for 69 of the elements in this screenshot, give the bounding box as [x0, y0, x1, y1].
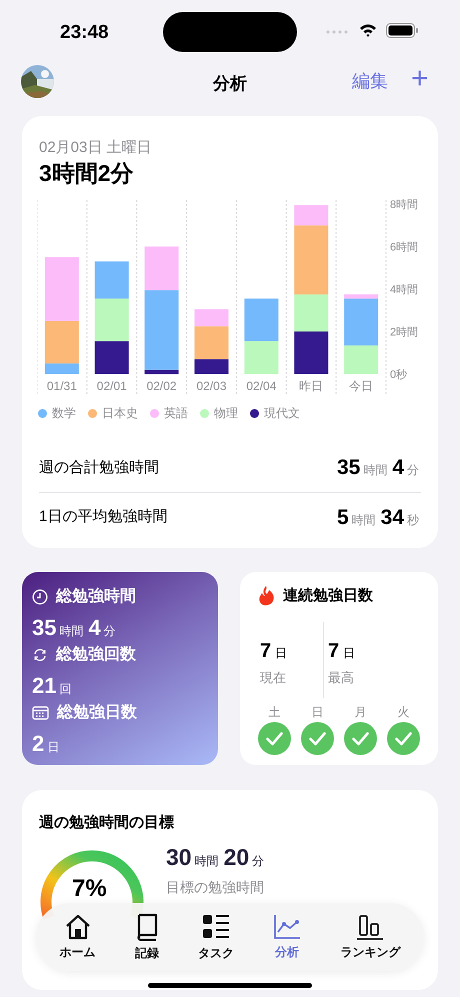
y-axis-label: 0秒	[390, 369, 408, 381]
chart-bar	[94, 261, 129, 299]
total-value: 35 時間 4 分	[32, 614, 117, 640]
streak-value: 7 日	[260, 638, 288, 664]
home-icon	[64, 914, 92, 940]
weekday-label: 日	[312, 704, 324, 720]
tab-item[interactable]: ホーム	[58, 914, 98, 960]
x-axis-label: 01/31	[46, 379, 77, 393]
legend-label: 物理	[214, 405, 238, 422]
edit-button[interactable]: 編集	[352, 68, 388, 95]
page-title: 分析	[212, 73, 248, 95]
total-value: 2 日	[32, 730, 60, 756]
streak-value: 7 日	[328, 638, 356, 664]
calendar-icon	[32, 704, 49, 720]
ranking-icon	[357, 914, 384, 940]
chart-bar	[294, 332, 328, 374]
weekday-label: 月	[354, 704, 366, 720]
x-axis-label: 02/02	[146, 379, 177, 393]
tab-item[interactable]: タスク	[196, 912, 236, 962]
clock-icon	[32, 588, 48, 604]
x-axis-label: 02/01	[96, 379, 127, 393]
total-label: 総勉強回数	[56, 644, 136, 664]
x-axis-label: 02/04	[246, 379, 276, 393]
add-button[interactable]: +	[411, 60, 429, 98]
x-axis-label: 昨日	[299, 379, 324, 393]
y-axis-label: 2時間	[390, 326, 418, 338]
x-axis-label: 02/03	[196, 379, 227, 393]
streak-label: 現在	[260, 668, 286, 686]
stat-value: 35 時間 4 分	[336, 455, 420, 482]
x-axis-label: 今日	[349, 379, 374, 393]
legend-label: 数学	[52, 405, 76, 422]
y-axis-label: 4時間	[390, 284, 418, 296]
flame-icon	[258, 585, 275, 608]
stat-value: 5 時間 34 秒	[336, 504, 420, 531]
chart-bar	[244, 298, 278, 342]
chart-bar	[244, 341, 278, 374]
tab-item[interactable]: 記録	[132, 912, 161, 962]
chart-bar	[94, 341, 129, 374]
date-label: 02月03日 土曜日	[39, 138, 152, 158]
line-chart-icon	[273, 914, 302, 940]
streak-title: 連続勉強日数	[283, 586, 373, 606]
legend-label: 日本史	[102, 405, 138, 422]
chart-bar	[94, 298, 129, 342]
stat-label: 1日の平均勉強時間	[39, 507, 168, 528]
goal-caption: 目標の勉強時間	[166, 878, 264, 896]
wifi-icon	[359, 23, 377, 37]
legend-label: 現代文	[264, 405, 300, 422]
total-value: 21 回	[32, 672, 72, 698]
tab-item[interactable]: ランキング	[338, 914, 402, 960]
list-icon	[202, 912, 230, 940]
legend-label: 英語	[164, 405, 188, 422]
y-axis-label: 8時間	[390, 199, 418, 211]
stat-label: 週の合計勉強時間	[39, 458, 159, 478]
battery-icon	[386, 23, 419, 38]
weekday-label: 土	[268, 704, 280, 720]
goal-value: 30 時間 20 分	[166, 843, 266, 872]
total-label: 総勉強日数	[57, 702, 137, 722]
status-time: 23:48	[60, 21, 109, 45]
goal-title: 週の勉強時間の目標	[39, 813, 174, 833]
tab-item[interactable]: 分析	[271, 914, 304, 960]
y-axis-label: 6時間	[390, 242, 418, 254]
day-total: 3時間2分	[39, 159, 134, 188]
goal-percent: 7%	[72, 875, 107, 903]
signal-icon	[326, 30, 350, 34]
streak-label: 最高	[328, 668, 354, 686]
book-icon	[134, 912, 159, 940]
refresh-icon	[32, 646, 48, 662]
weekday-label: 火	[398, 704, 410, 720]
total-label: 総勉強時間	[56, 586, 136, 606]
